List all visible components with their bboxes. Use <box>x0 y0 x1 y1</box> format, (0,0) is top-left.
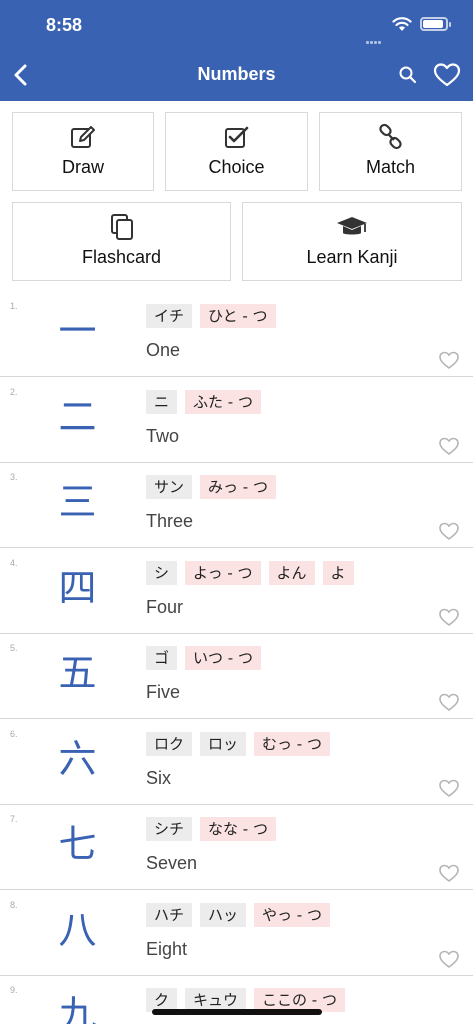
heart-icon[interactable] <box>438 436 460 460</box>
search-icon[interactable] <box>398 65 418 85</box>
kun-reading-chip: よ <box>322 560 354 585</box>
on-reading-chip: ゴ <box>146 646 178 670</box>
kanji-character: 九 <box>58 993 97 1024</box>
kanji-character: 四 <box>58 565 97 610</box>
status-bar: 8:58 <box>0 0 473 50</box>
kanji-row[interactable]: 6. 六 ロク ロッ むっ - つ Six <box>0 720 473 805</box>
kanji-character: 五 <box>58 651 97 695</box>
row-number: 7. <box>10 814 18 824</box>
draw-label: Draw <box>61 157 104 177</box>
heart-icon[interactable] <box>438 521 460 545</box>
heart-icon[interactable] <box>438 350 460 374</box>
favorite-heart-icon[interactable] <box>433 62 461 88</box>
meaning-text: Eight <box>146 938 188 959</box>
kanji-row[interactable]: 2. 二ニふた - つ Two <box>0 378 473 463</box>
draw-mode-button[interactable]: Draw <box>12 112 154 191</box>
on-reading-chip: ロク <box>146 731 193 756</box>
readings: ハチ ハッ やっ - つ <box>146 902 330 927</box>
meaning-text: Two <box>146 425 180 446</box>
on-reading-chip: シ <box>146 560 178 585</box>
on-reading-chip: ロッ <box>200 731 247 756</box>
row-number: 6. <box>10 728 18 739</box>
wifi-icon <box>392 17 412 31</box>
kanji-character: 七 <box>58 822 97 866</box>
learn-kanji-label: Learn Kanji <box>306 247 398 267</box>
heart-icon[interactable] <box>438 863 460 887</box>
home-indicator[interactable] <box>152 1009 322 1015</box>
on-reading-chip: ハチ <box>146 902 193 927</box>
link-icon <box>378 123 402 150</box>
kun-reading-chip: みっ - つ <box>200 475 276 499</box>
on-reading-chip: ハッ <box>200 902 247 927</box>
row-number: 2. <box>10 386 18 397</box>
row-number: 3. <box>10 472 18 482</box>
choice-mode-button[interactable]: Choice <box>165 112 308 191</box>
row-number: 9. <box>10 985 18 995</box>
readings: ゴいつ - つ <box>146 646 261 670</box>
choice-label: Choice <box>208 157 265 177</box>
kun-reading-chip: いつ - つ <box>185 646 261 670</box>
meaning-text: Seven <box>146 853 198 873</box>
graduation-cap-icon <box>337 217 367 235</box>
kanji-row[interactable]: 8. 八 ハチ ハッ やっ - つ Eight <box>0 891 473 976</box>
readings: ニふた - つ <box>146 389 261 414</box>
kanji-character: 二 <box>58 394 97 439</box>
row-number: 4. <box>10 557 18 568</box>
on-reading-chip: イチ <box>146 304 193 328</box>
checkbox-icon <box>224 126 248 148</box>
kanji-row[interactable]: 7. 七シチ なな - つ Seven <box>0 805 473 890</box>
on-reading-chip: シチ <box>146 817 193 841</box>
status-time: 8:58 <box>46 15 83 35</box>
readings: サン みっ - つ <box>146 475 276 499</box>
learn-kanji-button[interactable]: Learn Kanji <box>242 202 462 281</box>
on-reading-chip: ニ <box>146 389 178 414</box>
kanji-character: 三 <box>58 480 97 524</box>
kanji-character: 一 <box>58 309 97 353</box>
navigation-bar: Numbers <box>0 50 473 101</box>
row-number: 1. <box>10 301 18 311</box>
kun-reading-chip: ひと - つ <box>200 304 276 328</box>
pencil-square-icon <box>71 126 95 148</box>
kun-reading-chip: ふた - つ <box>185 389 261 414</box>
row-number: 5. <box>10 643 18 653</box>
match-label: Match <box>365 157 416 177</box>
meaning-text: Five <box>146 682 181 702</box>
kanji-row[interactable]: 1. 一 イチ ひと - つ One <box>0 292 473 377</box>
match-mode-button[interactable]: Match <box>319 112 462 191</box>
heart-icon[interactable] <box>438 778 460 802</box>
heart-icon[interactable] <box>438 607 460 631</box>
kun-reading-chip: むっ - つ <box>254 731 330 756</box>
kanji-row[interactable]: 5. 五ゴいつ - つ Five <box>0 634 473 719</box>
heart-icon[interactable] <box>438 692 460 716</box>
readings: シよっ - つよんよ <box>146 560 354 585</box>
cellular-signal-icon <box>366 29 386 44</box>
kun-reading-chip: よん <box>268 560 315 585</box>
flashcard-mode-button[interactable]: Flashcard <box>12 202 231 281</box>
kanji-row[interactable]: 3. 三 サン みっ - つ Three <box>0 463 473 548</box>
kanji-row[interactable]: 9. 九クキュウ ここの - つ <box>0 976 473 1024</box>
flashcard-label: Flashcard <box>81 247 162 267</box>
kanji-row[interactable]: 4. 四 シよっ - つよんよ Four <box>0 549 473 634</box>
readings: シチ なな - つ <box>146 817 276 841</box>
kun-reading-chip: なな - つ <box>200 817 276 841</box>
meaning-text: Four <box>146 596 184 617</box>
readings: ロク ロッ むっ - つ <box>146 731 330 756</box>
heart-icon[interactable] <box>438 949 460 973</box>
meaning-text: Three <box>146 511 194 531</box>
kanji-character: 六 <box>58 736 97 781</box>
readings: イチ ひと - つ <box>146 304 276 328</box>
cards-icon <box>110 214 133 240</box>
on-reading-chip: サン <box>146 475 193 499</box>
kanji-character: 八 <box>58 907 97 952</box>
meaning-text: Six <box>146 767 172 788</box>
battery-icon <box>420 17 451 31</box>
row-number: 8. <box>10 899 18 910</box>
kun-reading-chip: よっ - つ <box>185 560 261 585</box>
kun-reading-chip: やっ - つ <box>254 902 330 927</box>
meaning-text: One <box>146 340 181 360</box>
top-bar: 8:58 Numbers <box>0 0 473 101</box>
